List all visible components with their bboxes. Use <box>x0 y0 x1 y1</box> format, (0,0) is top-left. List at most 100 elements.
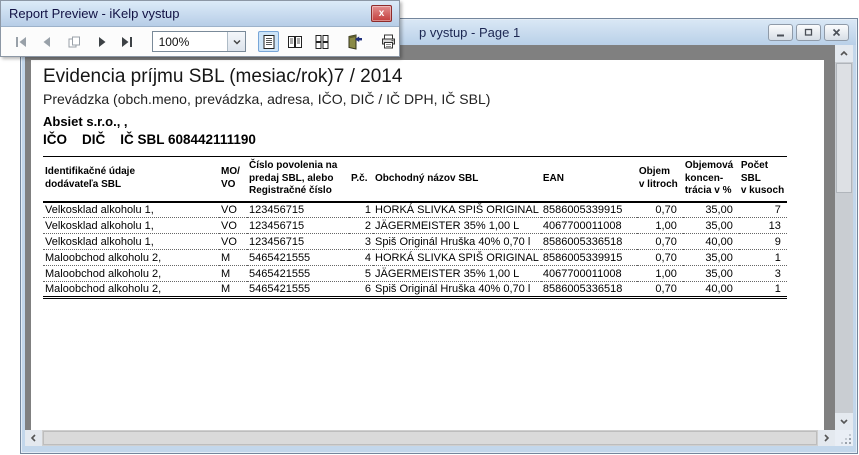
table-cell: 0,70 <box>637 234 683 250</box>
restore-button[interactable] <box>796 24 821 41</box>
copy-pages-button[interactable] <box>64 31 85 52</box>
main-window-title: p vystup - Page 1 <box>419 25 520 40</box>
table-cell: 4067700011008 <box>541 266 637 282</box>
restore-icon <box>802 26 815 39</box>
table-header-cell: Identifikačné údaje dodávateľa SBL <box>43 157 219 202</box>
table-cell: Spiš Originál Hruška 40% 0,70 l <box>373 234 541 250</box>
table-header-cell: P.č. <box>349 157 373 202</box>
chevron-right-icon <box>821 432 832 444</box>
report-table: Identifikačné údaje dodávateľa SBLMO/ VO… <box>43 156 787 299</box>
table-cell: 5465421555 <box>247 250 349 266</box>
horizontal-scrollbar[interactable] <box>25 430 835 446</box>
table-row: Maloobchod alkoholu 2,M54654215556Spiš O… <box>43 282 787 298</box>
chevron-up-icon <box>838 48 850 59</box>
table-cell: 35,00 <box>683 202 739 218</box>
table-cell: 123456715 <box>247 202 349 218</box>
four-page-view-button[interactable] <box>311 31 332 52</box>
table-cell: Maloobchod alkoholu 2, <box>43 282 219 298</box>
table-cell: 5465421555 <box>247 282 349 298</box>
scroll-right-button[interactable] <box>818 430 835 446</box>
single-page-view-button[interactable] <box>258 31 279 52</box>
report-subtitle: Prevádzka (obch.meno, prevádzka, adresa,… <box>43 91 824 107</box>
table-cell: 5 <box>349 266 373 282</box>
table-header-cell: EAN <box>541 157 637 202</box>
table-cell: 1,00 <box>637 218 683 234</box>
single-page-view-icon <box>261 34 277 50</box>
chevron-down-icon <box>838 416 850 427</box>
vertical-scrollbar[interactable] <box>835 45 853 430</box>
table-cell: Maloobchod alkoholu 2, <box>43 250 219 266</box>
printer-icon <box>380 34 397 50</box>
next-page-icon <box>96 35 110 49</box>
table-cell: VO <box>219 218 247 234</box>
last-page-button[interactable] <box>117 31 138 52</box>
preview-window-titlebar[interactable]: Report Preview - iKelp vystup x <box>1 1 399 27</box>
table-cell: M <box>219 250 247 266</box>
chevron-down-icon <box>232 38 242 46</box>
scroll-left-button[interactable] <box>25 430 42 446</box>
table-cell: JÄGERMEISTER 35% 1,00 L <box>373 218 541 234</box>
two-page-view-icon <box>287 34 303 50</box>
zoom-dropdown-button[interactable] <box>227 32 245 51</box>
table-cell: 35,00 <box>683 218 739 234</box>
horizontal-scroll-thumb[interactable] <box>43 431 817 445</box>
table-cell: 4 <box>349 250 373 266</box>
table-header-cell: MO/ VO <box>219 157 247 202</box>
report-title: Evidencia príjmu SBL (mesiac/rok)7 / 201… <box>43 66 824 88</box>
table-header-cell: Počet SBL v kusoch <box>739 157 787 202</box>
table-cell: 0,70 <box>637 282 683 298</box>
vertical-scroll-thumb[interactable] <box>836 63 852 193</box>
print-button[interactable] <box>379 31 400 52</box>
chevron-left-icon <box>28 432 39 444</box>
table-cell: 5465421555 <box>247 266 349 282</box>
table-cell: VO <box>219 234 247 250</box>
table-cell: 8586005336518 <box>541 282 637 298</box>
table-cell: VO <box>219 202 247 218</box>
report-viewer-window: p vystup - Page 1 Evidencia príjmu SBL (… <box>20 18 858 454</box>
previous-page-button[interactable] <box>36 31 57 52</box>
next-page-button[interactable] <box>93 31 114 52</box>
table-cell: Velkosklad alkoholu 1, <box>43 202 219 218</box>
report-ids-line: IČO DIČ IČ SBL 608442111190 <box>43 132 824 147</box>
preview-toolbar: 100% <box>1 27 399 56</box>
scroll-up-button[interactable] <box>835 45 853 62</box>
table-cell: 0,70 <box>637 250 683 266</box>
table-cell: HORKÁ SLIVKA SPIŠ ORIGINAL <box>373 202 541 218</box>
scroll-down-button[interactable] <box>835 413 853 430</box>
table-cell: HORKÁ SLIVKA SPIŠ ORIGINAL <box>373 250 541 266</box>
table-cell: Velkosklad alkoholu 1, <box>43 218 219 234</box>
close-button[interactable] <box>824 24 849 41</box>
table-row: Maloobchod alkoholu 2,M54654215555JÄGERM… <box>43 266 787 282</box>
preview-window-title: Report Preview - iKelp vystup <box>9 6 180 21</box>
zoom-combobox[interactable]: 100% <box>152 31 247 52</box>
previous-page-icon <box>39 35 53 49</box>
resize-grip[interactable] <box>835 430 853 446</box>
zoom-value: 100% <box>153 35 228 49</box>
table-cell: 3 <box>349 234 373 250</box>
table-header-cell: Obchodný názov SBL <box>373 157 541 202</box>
first-page-button[interactable] <box>11 31 32 52</box>
table-row: Maloobchod alkoholu 2,M54654215554HORKÁ … <box>43 250 787 266</box>
last-page-icon <box>120 35 134 49</box>
close-icon <box>830 26 843 39</box>
table-row: Velkosklad alkoholu 1,VO1234567152JÄGERM… <box>43 218 787 234</box>
table-cell: Velkosklad alkoholu 1, <box>43 234 219 250</box>
table-body: Velkosklad alkoholu 1,VO1234567151HORKÁ … <box>43 202 787 298</box>
table-row: Velkosklad alkoholu 1,VO1234567151HORKÁ … <box>43 202 787 218</box>
exit-preview-button[interactable] <box>344 31 365 52</box>
table-cell: 40,00 <box>683 234 739 250</box>
minimize-icon <box>774 26 787 39</box>
table-header-cell: Objemová koncen- trácia v % <box>683 157 739 202</box>
resize-grip-icon <box>840 433 853 446</box>
table-cell: 2 <box>349 218 373 234</box>
table-cell: 6 <box>349 282 373 298</box>
minimize-button[interactable] <box>768 24 793 41</box>
table-cell: 1 <box>739 282 787 298</box>
four-page-view-icon <box>314 34 330 50</box>
two-page-view-button[interactable] <box>285 31 306 52</box>
report-company: Absiet s.r.o., , <box>43 114 824 129</box>
report-page: Evidencia príjmu SBL (mesiac/rok)7 / 201… <box>31 60 824 430</box>
table-cell: 123456715 <box>247 234 349 250</box>
preview-close-button[interactable]: x <box>371 5 392 22</box>
table-cell: 1 <box>349 202 373 218</box>
